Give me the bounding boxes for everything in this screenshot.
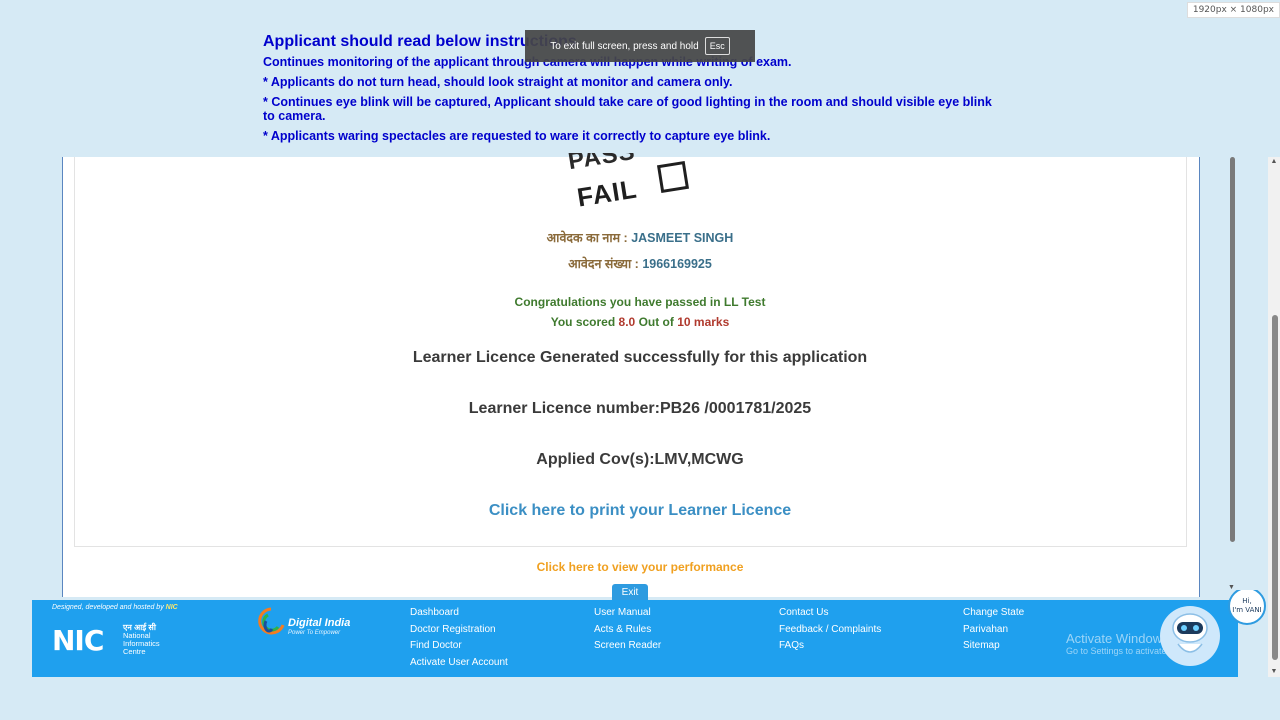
footer-link-sitemap[interactable]: Sitemap bbox=[963, 638, 1024, 655]
digital-india-swirl-icon bbox=[258, 607, 285, 635]
pass-fail-stamp: PASS FAIL bbox=[565, 153, 695, 213]
footer-link-screen-reader[interactable]: Screen Reader bbox=[594, 638, 661, 655]
score-mid: Out of bbox=[638, 315, 674, 329]
scroll-up-arrow-icon[interactable]: ▲ bbox=[1268, 157, 1280, 167]
application-number-label: आवेदन संख्या : bbox=[568, 257, 639, 271]
footer-link-faqs[interactable]: FAQs bbox=[779, 638, 881, 655]
digital-india-title: Digital India bbox=[288, 617, 351, 629]
instruction-item: * Continues eye blink will be captured, … bbox=[263, 95, 992, 123]
applied-cov: Applied Cov(s):LMV,MCWG bbox=[536, 451, 744, 468]
vani-chatbot[interactable]: Hi, I'm VANI bbox=[1160, 587, 1270, 672]
score-total: 10 marks bbox=[677, 315, 730, 329]
footer-column-3: Contact Us Feedback / Complaints FAQs bbox=[779, 605, 881, 655]
vani-robot-icon[interactable]: Hi, I'm VANI bbox=[1160, 587, 1270, 672]
score-line: You scored 8.0 Out of 10 marks bbox=[0, 315, 1280, 329]
fail-stamp-text: FAIL bbox=[574, 173, 640, 213]
applicant-name-value: JASMEET SINGH bbox=[631, 231, 734, 245]
congratulations-message: Congratulations you have passed in LL Te… bbox=[514, 295, 766, 309]
nic-logo-mark: NIC bbox=[52, 624, 104, 657]
scroll-down-arrow-icon[interactable]: ▼ bbox=[1268, 667, 1280, 677]
footer-link-doctor-registration[interactable]: Doctor Registration bbox=[410, 622, 508, 639]
page-scrollbar-thumb[interactable] bbox=[1272, 315, 1278, 660]
application-number-value: 1966169925 bbox=[642, 257, 712, 271]
footer-link-change-state[interactable]: Change State bbox=[963, 605, 1024, 622]
footer-column-1: Dashboard Doctor Registration Find Docto… bbox=[410, 605, 508, 671]
footer-link-parivahan[interactable]: Parivahan bbox=[963, 622, 1024, 639]
screen-resolution-badge: 1920px × 1080px bbox=[1186, 2, 1280, 18]
view-performance-link[interactable]: Click here to view your performance bbox=[0, 560, 1280, 574]
digital-india-tagline: Power To Empower bbox=[288, 630, 341, 636]
footer-link-dashboard[interactable]: Dashboard bbox=[410, 605, 508, 622]
footer-link-feedback[interactable]: Feedback / Complaints bbox=[779, 622, 881, 639]
fullscreen-exit-notice: To exit full screen, press and hold Esc bbox=[525, 30, 755, 62]
page-scrollbar[interactable]: ▲ ▼ bbox=[1268, 157, 1280, 677]
footer-link-find-doctor[interactable]: Find Doctor bbox=[410, 638, 508, 655]
fail-checkbox-icon bbox=[656, 160, 690, 194]
instruction-item: * Applicants do not turn head, should lo… bbox=[263, 75, 733, 89]
nic-logo-english: National Informatics Centre bbox=[123, 631, 160, 656]
content-scrollbar[interactable]: ▼ bbox=[1228, 157, 1238, 591]
fullscreen-notice-text: To exit full screen, press and hold bbox=[550, 40, 699, 52]
applicant-name-label: आवेदक का नाम : bbox=[546, 231, 628, 245]
nic-logo: NIC एन आई सी National Informatics Centre bbox=[52, 622, 172, 657]
licence-number: Learner Licence number:PB26 /0001781/202… bbox=[468, 400, 812, 417]
footer-column-2: User Manual Acts & Rules Screen Reader bbox=[594, 605, 661, 655]
digital-india-logo: Digital India Power To Empower bbox=[256, 605, 356, 637]
applicant-name-row: आवेदक का नाम : JASMEET SINGH bbox=[0, 229, 1280, 246]
application-number-row: आवेदन संख्या : 1966169925 bbox=[0, 255, 1280, 272]
instruction-item: * Applicants waring spectacles are reque… bbox=[263, 129, 771, 143]
esc-key-hint: Esc bbox=[704, 37, 730, 55]
designed-by-credit: Designed, developed and hosted by NIC bbox=[52, 604, 178, 611]
score-prefix: You scored bbox=[550, 315, 616, 329]
vani-greeting: Hi, bbox=[1242, 597, 1251, 605]
licence-generated-message: Learner Licence Generated successfully f… bbox=[412, 349, 868, 366]
footer-column-4: Change State Parivahan Sitemap bbox=[963, 605, 1024, 655]
vani-name: I'm VANI bbox=[1232, 606, 1261, 614]
pass-stamp-text: PASS bbox=[566, 153, 638, 176]
print-licence-link[interactable]: Click here to print your Learner Licence bbox=[0, 502, 1280, 520]
content-scrollbar-thumb[interactable] bbox=[1230, 157, 1235, 542]
footer-link-contact-us[interactable]: Contact Us bbox=[779, 605, 881, 622]
score-value: 8.0 bbox=[618, 315, 636, 329]
footer-link-user-manual[interactable]: User Manual bbox=[594, 605, 661, 622]
footer-link-activate-user-account[interactable]: Activate User Account bbox=[410, 655, 508, 672]
footer-link-acts-rules[interactable]: Acts & Rules bbox=[594, 622, 661, 639]
result-container bbox=[62, 157, 1200, 597]
site-footer: Designed, developed and hosted by NIC NI… bbox=[32, 600, 1238, 677]
